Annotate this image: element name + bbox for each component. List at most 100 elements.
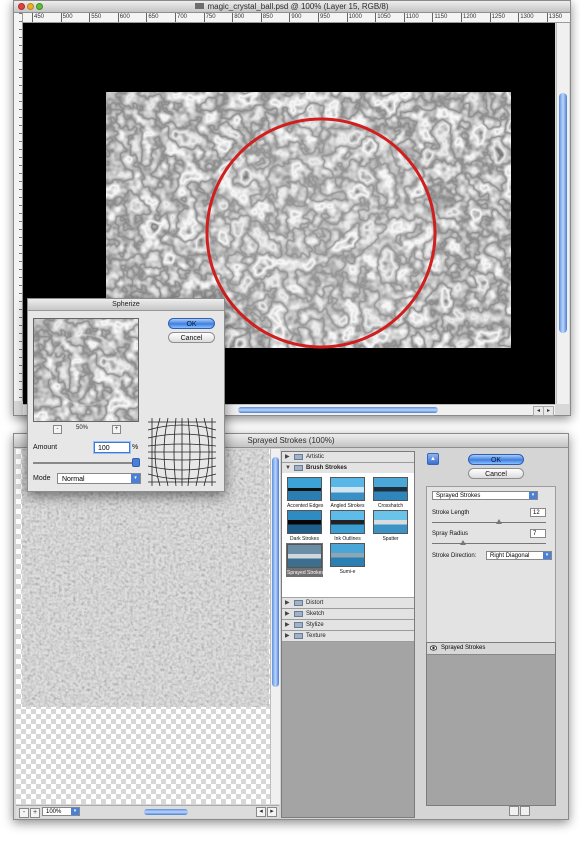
vertical-scroll-thumb[interactable] (559, 93, 567, 333)
folder-open-icon (294, 465, 303, 471)
vertical-scrollbar[interactable] (556, 23, 569, 404)
scroll-right-arrow-icon[interactable]: ▸ (267, 807, 277, 817)
preview-vertical-scroll-thumb[interactable] (272, 457, 279, 687)
filter-thumb-label: Spatter (382, 536, 399, 542)
ruler-tick-label: 550 (89, 13, 102, 22)
spherize-preview-image (34, 319, 138, 421)
category-texture[interactable]: ▶ Texture (282, 631, 414, 642)
folder-icon (294, 454, 303, 460)
preview-bottom-bar: - + 100% ▾ ◂ ▸ (16, 805, 279, 818)
category-sketch[interactable]: ▶ Sketch (282, 609, 414, 620)
spherize-zoom-in-button[interactable]: + (112, 425, 121, 434)
spherize-zoom-out-button[interactable]: - (53, 425, 62, 434)
filter-thumbnail-image (373, 477, 408, 501)
stroke-length-label: Stroke Length (432, 510, 470, 516)
chevron-down-icon: ▾ (529, 492, 537, 499)
filter-thumb-label: Angled Strokes (330, 503, 365, 509)
ruler-tick-label: 1300 (518, 13, 534, 22)
ruler-tick-label: 1150 (432, 13, 448, 22)
category-artistic[interactable]: ▶ Artistic (282, 452, 414, 463)
amount-slider-thumb[interactable] (132, 458, 140, 467)
zoom-level-value: 100% (46, 809, 62, 815)
disclosure-triangle-icon: ▶ (285, 622, 290, 628)
filter-thumb-angled-strokes[interactable]: Angled Strokes (330, 477, 365, 509)
amount-slider[interactable] (33, 462, 137, 464)
scroll-right-arrow-icon[interactable]: ▸ (543, 406, 554, 416)
filter-thumb-sumi-e[interactable]: Sumi-e (330, 543, 365, 575)
ruler-tick-label: 500 (60, 13, 73, 22)
document-title-text: magic_crystal_ball.psd @ 100% (Layer 15,… (207, 2, 389, 11)
ruler-tick-label: 900 (289, 13, 302, 22)
filter-thumbnail-image (287, 544, 322, 568)
mode-select[interactable]: Normal ▾ (57, 473, 141, 484)
zoom-level-select[interactable]: 100% ▾ (42, 807, 80, 816)
brush-strokes-thumbnails: Accented Edges Angled Strokes Crosshatch… (282, 473, 414, 597)
horizontal-scroll-thumb[interactable] (238, 407, 438, 413)
filter-settings-panel: ▲ OK Cancel Sprayed Strokes ▾ Stroke Leng… (416, 449, 565, 816)
filter-category-list: ▶ Artistic ▼ Brush Strokes Accented Edges … (281, 451, 415, 818)
filter-thumb-dark-strokes[interactable]: Dark Strokes (287, 510, 322, 542)
amount-unit: % (132, 444, 139, 451)
filter-thumb-label: Accented Edges (287, 503, 324, 509)
amount-field[interactable]: 100 (94, 442, 130, 453)
stroke-direction-select[interactable]: Right Diagonal ▾ (486, 551, 552, 560)
spray-radius-slider[interactable] (432, 543, 546, 544)
stroke-length-slider-thumb[interactable] (496, 519, 502, 524)
category-stylize[interactable]: ▶ Stylize (282, 620, 414, 631)
spherize-dialog: Spherize OK Cancel - 50% + Amount 100 % … (27, 298, 225, 492)
scroll-left-arrow-icon[interactable]: ◂ (256, 807, 266, 817)
ruler-tick-label: 450 (32, 13, 45, 22)
spherize-cancel-button[interactable]: Cancel (168, 332, 215, 343)
effect-layers-list: Sprayed Strokes (426, 642, 556, 806)
category-label: Brush Strokes (306, 465, 348, 471)
filter-select[interactable]: Sprayed Strokes ▾ (432, 491, 538, 500)
document-icon (195, 3, 205, 9)
disclosure-triangle-icon: ▶ (285, 600, 290, 606)
spray-radius-field[interactable]: 7 (530, 529, 546, 538)
elliptical-selection-circle[interactable] (205, 117, 437, 349)
category-distort[interactable]: ▶ Distort (282, 598, 414, 609)
ruler-tick-label: 1200 (461, 13, 477, 22)
new-effect-layer-icon[interactable] (509, 806, 519, 816)
filter-thumb-label: Ink Outlines (334, 536, 361, 542)
preview-vertical-scrollbar[interactable] (270, 449, 280, 804)
ruler-tick-label: 800 (232, 13, 245, 22)
filter-thumbnail-image (330, 543, 365, 567)
filter-preview-area[interactable] (16, 449, 272, 804)
spray-radius-slider-thumb[interactable] (460, 540, 466, 545)
cancel-button[interactable]: Cancel (468, 468, 524, 479)
filter-thumb-crosshatch[interactable]: Crosshatch (373, 477, 408, 509)
category-label: Distort (306, 600, 324, 606)
folder-icon (294, 611, 303, 617)
ok-button[interactable]: OK (468, 454, 524, 465)
zoom-out-button[interactable]: - (19, 808, 29, 818)
filter-thumbnail-image (287, 510, 322, 534)
stroke-length-slider[interactable] (432, 522, 546, 523)
ruler-tick-label: 850 (260, 13, 273, 22)
stroke-length-field[interactable]: 12 (530, 508, 546, 517)
zoom-in-button[interactable]: + (30, 808, 40, 818)
ruler-tick-label: 950 (318, 13, 331, 22)
spherize-preview[interactable] (33, 318, 139, 422)
chevron-down-icon: ▾ (131, 474, 140, 483)
disclosure-triangle-icon: ▶ (285, 454, 290, 460)
category-label: Texture (306, 633, 326, 639)
document-titlebar: magic_crystal_ball.psd @ 100% (Layer 15,… (14, 1, 570, 13)
filter-thumb-accented-edges[interactable]: Accented Edges (287, 477, 324, 509)
effect-layer-row[interactable]: Sprayed Strokes (427, 643, 555, 655)
filter-thumb-ink-outlines[interactable]: Ink Outlines (330, 510, 365, 542)
filter-thumb-spatter[interactable]: Spatter (373, 510, 408, 542)
spherize-zoom-value: 50% (76, 425, 89, 431)
spherize-ok-button[interactable]: OK (168, 318, 215, 329)
vertical-ruler[interactable] (14, 13, 23, 401)
folder-icon (294, 633, 303, 639)
mode-label: Mode (33, 475, 51, 482)
delete-effect-layer-icon[interactable] (520, 806, 530, 816)
eye-visibility-icon[interactable] (430, 645, 437, 651)
collapse-gallery-icon[interactable]: ▲ (427, 453, 439, 465)
filter-thumb-sprayed-strokes[interactable]: Sprayed Strokes (286, 543, 324, 577)
category-label: Artistic (306, 454, 324, 460)
filter-thumbnail-image (330, 477, 365, 501)
horizontal-ruler[interactable]: 450 500 550 600 650 700 750 800 850 900 950 1000 105… (22, 13, 570, 23)
preview-horizontal-scroll-thumb[interactable] (144, 809, 188, 815)
